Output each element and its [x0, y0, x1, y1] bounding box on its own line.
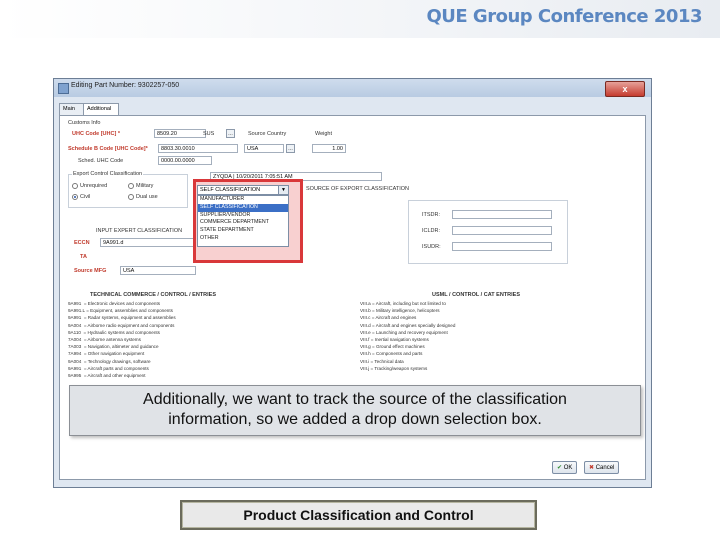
country-lookup-button[interactable]: … [286, 144, 295, 153]
tab-main[interactable]: Main [59, 103, 85, 115]
input-export-label: INPUT EXPERT CLASSIFICATION [96, 228, 183, 234]
check-icon: ✔ [557, 465, 563, 471]
radio-dual-use[interactable] [128, 194, 134, 200]
source-country-label: Source Country [248, 131, 287, 137]
footer-title: Product Classification and Control [180, 500, 537, 530]
weight-field[interactable]: 1.00 [312, 144, 346, 153]
weight-label: Weight [315, 131, 333, 137]
radio-civil-label: Civil [80, 194, 91, 200]
itsdr-label: ITSDR: [422, 212, 441, 218]
dropdown-option[interactable]: MANUFACTURER [198, 196, 288, 204]
dropdown-option[interactable]: SUPPLIER/VENDOR [198, 212, 288, 220]
radio-unrequired[interactable] [72, 183, 78, 189]
window-titlebar: Editing Part Number: 9302257-050 x [54, 79, 651, 97]
ta-label: TA [80, 254, 87, 260]
callout-line-1: Additionally, we want to track the sourc… [143, 391, 567, 408]
ok-label: OK [563, 465, 573, 471]
dropdown-option[interactable]: COMMERCE DEPARTMENT [198, 219, 288, 227]
app-icon [58, 83, 69, 94]
cancel-label: Cancel [595, 465, 615, 471]
cancel-icon: ✖ [589, 465, 595, 471]
source-mfg-label: Source MFG [74, 268, 107, 274]
itsdr-field[interactable] [452, 210, 552, 219]
icldr-field[interactable] [452, 226, 552, 235]
dropdown-option-selected[interactable]: SELF CLASSIFICATION [198, 203, 288, 212]
schedule-b-field[interactable]: 8803.30.0010 [158, 144, 238, 153]
conference-title: QUE Group Conference 2013 [426, 6, 702, 27]
export-control-label: Export Control Classification [72, 171, 144, 177]
source-classification-label: SOURCE OF EXPORT CLASSIFICATION [306, 186, 409, 192]
uhc-code-field[interactable]: 8509.20 [154, 129, 206, 138]
export-control-group [68, 174, 188, 208]
callout-box: Additionally, we want to track the sourc… [69, 385, 641, 436]
ok-button[interactable]: ✔ OK [552, 461, 578, 474]
cancel-button[interactable]: ✖ Cancel [584, 461, 620, 474]
icldr-label: ICLDR: [422, 228, 441, 234]
classification-source-dropdown[interactable]: SELF CLASSIFICATION ▼ [197, 185, 289, 195]
dropdown-option[interactable]: STATE DEPARTMENT [198, 227, 288, 235]
dropdown-selected-value: SELF CLASSIFICATION [200, 187, 261, 193]
radio-civil[interactable] [72, 194, 78, 200]
radio-military-label: Military [136, 183, 154, 189]
customs-info-label: Customs Info [68, 120, 101, 126]
isudr-field[interactable] [452, 242, 552, 251]
eccn-label: ECCN [74, 240, 90, 246]
sched-uhc-field[interactable]: 0000.00.0000 [158, 156, 212, 165]
isudr-label: ISUDR: [422, 244, 441, 250]
sched-uhc-label: Sched. UHC Code [78, 158, 124, 164]
close-button[interactable]: x [605, 81, 645, 97]
commerce-header: TECHNICAL COMMERCE / CONTROL / ENTRIES [90, 292, 216, 298]
callout-line-2: information, so we added a drop down sel… [168, 411, 542, 428]
uhc-lookup-button[interactable]: … [226, 129, 235, 138]
source-mfg-field[interactable]: USA [120, 266, 196, 275]
window-title: Editing Part Number: 9302257-050 [71, 82, 180, 89]
dropdown-options-list: MANUFACTURER SELF CLASSIFICATION SUPPLIE… [197, 195, 289, 247]
eccn-field[interactable]: 9A991.d [100, 238, 194, 247]
country-field[interactable]: USA [244, 144, 284, 153]
tab-additional[interactable]: Additional [83, 103, 119, 115]
dropdown-option[interactable]: OTHER [198, 235, 288, 243]
uhc-code-label: UHC Code [UHC] * [72, 131, 120, 137]
chevron-down-icon[interactable]: ▼ [278, 186, 288, 194]
schedule-b-label: Schedule B Code [UHC Code]* [68, 146, 148, 152]
radio-dual-use-label: Dual use [136, 194, 158, 200]
uhc-unit: SUS [203, 131, 215, 137]
usml-header: USML / CONTROL / CAT ENTRIES [432, 292, 521, 298]
radio-military[interactable] [128, 183, 134, 189]
radio-unrequired-label: Unrequired [80, 183, 108, 189]
